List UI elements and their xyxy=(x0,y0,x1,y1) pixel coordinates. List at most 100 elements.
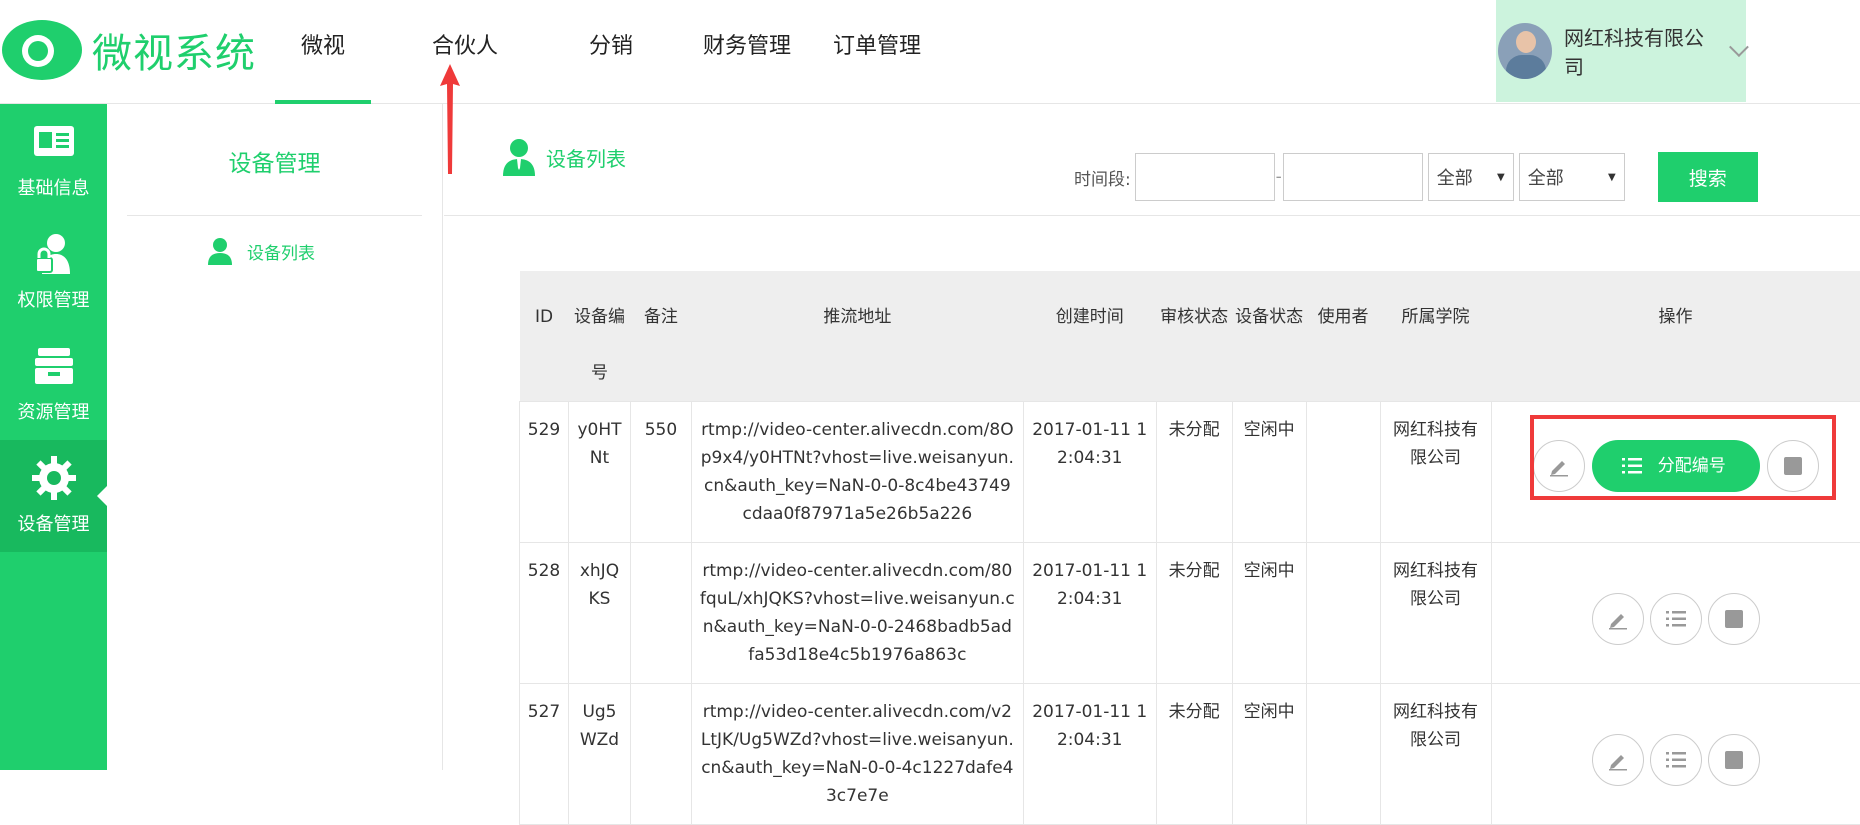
cell-state: 空闲中 xyxy=(1232,543,1306,684)
nav-item-distribution[interactable]: 分销 xyxy=(571,0,651,104)
sidebar-item-label: 权限管理 xyxy=(18,286,90,312)
caret-down-icon: ▼ xyxy=(1608,172,1616,183)
divider xyxy=(127,215,422,216)
cell-state: 空闲中 xyxy=(1232,402,1306,543)
end-date-input[interactable] xyxy=(1283,153,1423,201)
cell-review: 未分配 xyxy=(1156,684,1232,825)
cell-created: 2017-01-11 12:04:31 xyxy=(1023,684,1156,825)
cell-created: 2017-01-11 12:04:31 xyxy=(1023,402,1156,543)
cell-user xyxy=(1306,402,1380,543)
cell-note xyxy=(630,543,691,684)
cell-review: 未分配 xyxy=(1156,543,1232,684)
user-lock-icon xyxy=(30,230,78,278)
subnav-item-device-list[interactable]: 设备列表 xyxy=(207,237,315,265)
archive-icon xyxy=(30,342,78,390)
sidebar-item-permissions[interactable]: 权限管理 xyxy=(0,216,107,328)
cell-id: 527 xyxy=(520,684,569,825)
list-icon xyxy=(1664,607,1688,631)
cell-college: 网红科技有限公司 xyxy=(1380,543,1491,684)
edit-button[interactable] xyxy=(1592,734,1644,786)
logo[interactable]: 微视系统 xyxy=(0,14,256,86)
top-bar: 微视系统 微视 合伙人 分销 财务管理 订单管理 网红科技有限公司 xyxy=(0,0,1860,104)
page-title-text: 设备列表 xyxy=(546,143,626,172)
sidebar-item-resources[interactable]: 资源管理 xyxy=(0,328,107,440)
assign-code-button[interactable] xyxy=(1650,593,1702,645)
sidebar-item-basic-info[interactable]: 基础信息 xyxy=(0,104,107,216)
stop-button[interactable] xyxy=(1708,734,1760,786)
device-status-select[interactable]: 全部 ▼ xyxy=(1519,153,1625,201)
cell-actions xyxy=(1491,543,1860,684)
subnav-title: 设备管理 xyxy=(107,144,442,178)
cell-review: 未分配 xyxy=(1156,402,1232,543)
col-college: 所属学院 xyxy=(1380,271,1491,402)
caret-down-icon: ▼ xyxy=(1497,172,1505,183)
time-range-label: 时间段: xyxy=(1074,165,1131,190)
assign-code-button[interactable] xyxy=(1650,734,1702,786)
nav-item-weishi[interactable]: 微视 xyxy=(275,0,371,104)
cell-id: 528 xyxy=(520,543,569,684)
col-note: 备注 xyxy=(630,271,691,402)
table-header-row: ID 设备编号 备注 推流地址 创建时间 审核状态 设备状态 使用者 所属学院 … xyxy=(520,271,1860,402)
cell-url: rtmp://video-center.alivecdn.com/8Op9x4/… xyxy=(691,402,1023,543)
list-icon xyxy=(1664,748,1688,772)
cell-actions xyxy=(1491,684,1860,825)
sidebar: 基础信息 权限管理 资源管理 xyxy=(0,104,107,770)
cell-code: y0HTNt xyxy=(568,402,630,543)
avatar xyxy=(1498,23,1552,79)
cell-college: 网红科技有限公司 xyxy=(1380,684,1491,825)
cell-state: 空闲中 xyxy=(1232,684,1306,825)
nav-item-finance[interactable]: 财务管理 xyxy=(697,0,797,104)
col-actions: 操作 xyxy=(1491,271,1860,402)
cell-created: 2017-01-11 12:04:31 xyxy=(1023,543,1156,684)
nav-item-partner[interactable]: 合伙人 xyxy=(405,0,525,104)
cell-note xyxy=(630,684,691,825)
col-user: 使用者 xyxy=(1306,271,1380,402)
cell-note: 550 xyxy=(630,402,691,543)
col-created: 创建时间 xyxy=(1023,271,1156,402)
col-id: ID xyxy=(520,271,569,402)
annotation-highlight-box xyxy=(1530,415,1836,500)
sub-nav: 设备管理 设备列表 xyxy=(107,104,443,770)
col-review: 审核状态 xyxy=(1156,271,1232,402)
sidebar-item-devices[interactable]: 设备管理 xyxy=(0,440,107,552)
subnav-item-label: 设备列表 xyxy=(247,239,315,264)
cell-user xyxy=(1306,684,1380,825)
col-state: 设备状态 xyxy=(1232,271,1306,402)
col-url: 推流地址 xyxy=(691,271,1023,402)
range-dash: - xyxy=(1275,167,1283,187)
cell-url: rtmp://video-center.alivecdn.com/80fquL/… xyxy=(691,543,1023,684)
cell-college: 网红科技有限公司 xyxy=(1380,402,1491,543)
device-table: ID 设备编号 备注 推流地址 创建时间 审核状态 设备状态 使用者 所属学院 … xyxy=(519,271,1860,825)
cell-user xyxy=(1306,543,1380,684)
review-status-select[interactable]: 全部 ▼ xyxy=(1428,153,1514,201)
sidebar-item-label: 资源管理 xyxy=(18,398,90,424)
user-icon xyxy=(502,138,536,176)
user-menu[interactable]: 网红科技有限公司 xyxy=(1496,0,1746,102)
square-icon xyxy=(1722,607,1746,631)
id-card-icon xyxy=(30,118,78,166)
edit-button[interactable] xyxy=(1592,593,1644,645)
table-row: 528 xhJQKS rtmp://video-center.alivecdn.… xyxy=(520,543,1860,684)
chevron-down-icon xyxy=(1729,37,1749,57)
cell-url: rtmp://video-center.alivecdn.com/v2LtJK/… xyxy=(691,684,1023,825)
stop-button[interactable] xyxy=(1708,593,1760,645)
square-icon xyxy=(1722,748,1746,772)
main-nav: 微视 合伙人 分销 财务管理 订单管理 xyxy=(275,0,927,104)
cell-code: Ug5WZd xyxy=(568,684,630,825)
main-header: 设备列表 时间段: - 全部 ▼ 全部 ▼ 搜索 xyxy=(444,104,1860,216)
select-value: 全部 xyxy=(1437,164,1473,190)
gear-icon xyxy=(30,454,78,502)
pencil-icon xyxy=(1606,607,1630,631)
filter-bar: 时间段: - 全部 ▼ 全部 ▼ 搜索 xyxy=(1074,152,1758,202)
search-button[interactable]: 搜索 xyxy=(1658,152,1758,202)
select-value: 全部 xyxy=(1528,164,1564,190)
brand-name: 微视系统 xyxy=(92,21,256,79)
pencil-icon xyxy=(1606,748,1630,772)
nav-item-orders[interactable]: 订单管理 xyxy=(827,0,927,104)
table-row: 527 Ug5WZd rtmp://video-center.alivecdn.… xyxy=(520,684,1860,825)
start-date-input[interactable] xyxy=(1135,153,1275,201)
user-company: 网红科技有限公司 xyxy=(1564,22,1718,80)
eye-logo-icon xyxy=(0,14,88,86)
sidebar-item-label: 设备管理 xyxy=(18,510,90,536)
sidebar-item-label: 基础信息 xyxy=(18,174,90,200)
